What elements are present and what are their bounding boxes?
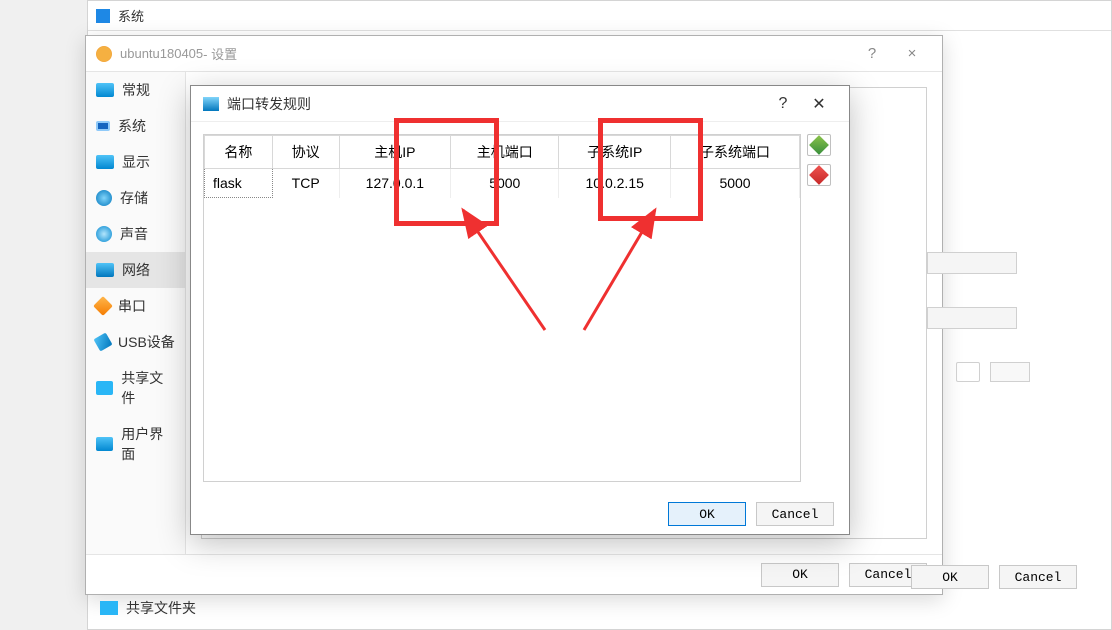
- outer-cancel-button[interactable]: Cancel: [999, 565, 1077, 589]
- sidebar-label: 网络: [122, 260, 150, 280]
- port-forwarding-dialog: 端口转发规则 ? ✕ 名称 协议 主机IP 主机端口 子系统IP 子系统端口: [190, 85, 850, 535]
- network-icon: [96, 263, 114, 277]
- sidebar-item-serial[interactable]: 串口: [86, 288, 185, 324]
- sidebar-label: 显示: [122, 152, 150, 172]
- col-name[interactable]: 名称: [205, 136, 273, 169]
- sidebar-label: 系统: [118, 116, 146, 136]
- system-icon: [96, 121, 110, 131]
- table-header-row: 名称 协议 主机IP 主机端口 子系统IP 子系统端口: [205, 136, 800, 169]
- settings-title-suffix: - 设置: [203, 44, 237, 63]
- settings-titlebar[interactable]: ubuntu180405 - 设置 ? ×: [86, 36, 942, 72]
- pf-footer: OK Cancel: [191, 494, 849, 534]
- bg-input[interactable]: [990, 362, 1030, 382]
- vm-icon: [96, 46, 112, 62]
- sidebar-item-audio[interactable]: 声音: [86, 216, 185, 252]
- cell-name[interactable]: flask: [205, 169, 273, 198]
- cell-guest-port[interactable]: 5000: [671, 169, 800, 198]
- sidebar-item-usb[interactable]: USB设备: [86, 324, 185, 360]
- remove-rule-button[interactable]: [807, 164, 831, 186]
- general-icon: [96, 83, 114, 97]
- sidebar-item-general[interactable]: 常规: [86, 72, 185, 108]
- cell-protocol[interactable]: TCP: [272, 169, 339, 198]
- cell-guest-ip[interactable]: 10.0.2.15: [559, 169, 671, 198]
- system-titlebar: 系统: [88, 1, 1111, 31]
- sidebar-label: USB设备: [118, 332, 175, 352]
- sidebar-item-shared[interactable]: 共享文件: [86, 360, 185, 416]
- col-host-ip[interactable]: 主机IP: [339, 136, 451, 169]
- refresh-icon[interactable]: [956, 362, 980, 382]
- usb-icon: [93, 332, 112, 351]
- pf-help-button[interactable]: ?: [765, 95, 801, 113]
- pf-actions: [801, 134, 837, 482]
- shared-folder-item[interactable]: 共享文件夹: [100, 598, 196, 618]
- system-title: 系统: [118, 6, 144, 25]
- close-button[interactable]: ×: [892, 45, 932, 62]
- sidebar-item-ui[interactable]: 用户界面: [86, 416, 185, 472]
- settings-ok-button[interactable]: OK: [761, 563, 839, 587]
- pf-cancel-button[interactable]: Cancel: [756, 502, 834, 526]
- display-icon: [96, 155, 114, 169]
- sidebar-label: 常规: [122, 80, 150, 100]
- bg-dropdown[interactable]: [927, 252, 1017, 274]
- sidebar-item-display[interactable]: 显示: [86, 144, 185, 180]
- minus-icon: [809, 165, 829, 185]
- pf-title: 端口转发规则: [227, 94, 311, 114]
- pf-table-container: 名称 协议 主机IP 主机端口 子系统IP 子系统端口 flask TCP 12…: [203, 134, 801, 482]
- storage-icon: [96, 190, 112, 206]
- pf-table: 名称 协议 主机IP 主机端口 子系统IP 子系统端口 flask TCP 12…: [204, 135, 800, 198]
- sidebar-label: 声音: [120, 224, 148, 244]
- pf-close-button[interactable]: ✕: [801, 94, 837, 114]
- outer-ok-button[interactable]: OK: [911, 565, 989, 589]
- plus-icon: [809, 135, 829, 155]
- sidebar-item-system[interactable]: 系统: [86, 108, 185, 144]
- col-guest-port[interactable]: 子系统端口: [671, 136, 800, 169]
- help-button[interactable]: ?: [852, 45, 892, 62]
- chip-icon: [96, 9, 110, 23]
- outer-footer: OK Cancel: [911, 565, 1077, 589]
- network-icon: [203, 97, 219, 111]
- shared-folder-label: 共享文件夹: [126, 598, 196, 618]
- sidebar-label: 串口: [118, 296, 146, 316]
- col-protocol[interactable]: 协议: [272, 136, 339, 169]
- folder-icon: [96, 381, 113, 395]
- table-row[interactable]: flask TCP 127.0.0.1 5000 10.0.2.15 5000: [205, 169, 800, 198]
- add-rule-button[interactable]: [807, 134, 831, 156]
- cell-host-port[interactable]: 5000: [451, 169, 559, 198]
- settings-title-vm: ubuntu180405: [120, 46, 203, 61]
- audio-icon: [96, 226, 112, 242]
- sidebar-label: 存储: [120, 188, 148, 208]
- settings-footer: OK Cancel: [86, 554, 942, 594]
- col-host-port[interactable]: 主机端口: [451, 136, 559, 169]
- sidebar-item-network[interactable]: 网络: [86, 252, 185, 288]
- folder-icon: [100, 601, 118, 615]
- sidebar-item-storage[interactable]: 存储: [86, 180, 185, 216]
- pf-titlebar[interactable]: 端口转发规则 ? ✕: [191, 86, 849, 122]
- settings-sidebar: 常规 系统 显示 存储 声音 网络: [86, 72, 186, 554]
- bg-dropdown[interactable]: [927, 307, 1017, 329]
- col-guest-ip[interactable]: 子系统IP: [559, 136, 671, 169]
- sidebar-label: 共享文件: [121, 368, 175, 408]
- sidebar-label: 用户界面: [121, 424, 175, 464]
- ui-icon: [96, 437, 113, 451]
- serial-icon: [93, 296, 113, 316]
- pf-ok-button[interactable]: OK: [668, 502, 746, 526]
- cell-host-ip[interactable]: 127.0.0.1: [339, 169, 451, 198]
